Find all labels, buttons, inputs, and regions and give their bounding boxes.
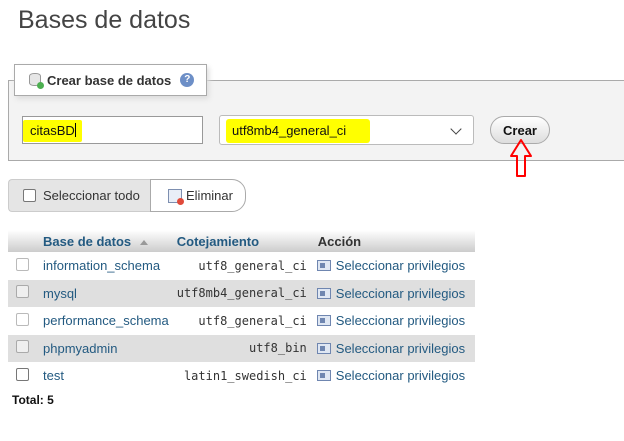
database-name-link[interactable]: information_schema [37,252,173,280]
header-collation[interactable]: Cotejamiento [172,230,313,252]
collation-cell: utf8_bin [172,334,313,362]
row-checkbox [16,285,29,299]
collation-cell: utf8_general_ci [172,307,313,335]
table-row: mysql utf8mb4_general_ci Seleccionar pri… [8,279,475,307]
header-database-name[interactable]: Base de datos [37,230,173,252]
create-database-legend: Crear base de datos ? [14,64,208,96]
privileges-icon [316,315,331,327]
table-header-row: Base de datos Cotejamiento Acción [8,230,475,252]
collation-cell: utf8mb4_general_ci [172,279,313,307]
select-all-label: Seleccionar todo [43,188,140,203]
collation-select[interactable]: utf8mb4_general_ci [219,115,474,145]
header-action: Acción [312,230,475,252]
privileges-icon [316,260,331,272]
database-name-link[interactable]: mysql [37,279,173,307]
row-checkbox [16,312,29,326]
row-checkbox [16,340,29,354]
total-count: Total: 5 [12,393,54,407]
privileges-icon [316,287,331,299]
select-privileges-link[interactable]: Seleccionar privilegios [312,252,475,280]
database-name-link[interactable]: test [37,362,173,390]
table-row: test latin1_swedish_ci Seleccionar privi… [8,362,475,390]
collation-selected-value: utf8mb4_general_ci [226,119,371,143]
select-privileges-link[interactable]: Seleccionar privilegios [312,362,475,390]
database-name-value: citasBD [30,123,75,138]
table-row: performance_schema utf8_general_ci Selec… [8,307,475,335]
privileges-icon [316,370,331,382]
database-add-icon [29,73,44,89]
delete-label: Eliminar [186,188,233,203]
select-all-checkbox[interactable] [23,189,36,202]
select-privileges-link[interactable]: Seleccionar privilegios [312,334,475,362]
header-checkbox-cell [8,230,37,252]
privileges-icon [316,342,331,354]
arrow-up-annotation-icon [510,139,532,177]
page-title: Bases de datos [18,6,191,34]
table-row: phpmyadmin utf8_bin Seleccionar privileg… [8,334,475,362]
row-checkbox [16,257,29,271]
select-privileges-link[interactable]: Seleccionar privilegios [312,307,475,335]
select-privileges-link[interactable]: Seleccionar privilegios [312,279,475,307]
table-row: information_schema utf8_general_ci Selec… [8,252,475,280]
help-icon[interactable]: ? [180,73,195,87]
sort-ascending-icon[interactable] [140,239,149,245]
chevron-down-icon [450,123,462,135]
delete-icon [168,188,184,205]
row-checkbox[interactable] [16,367,29,381]
database-name-link[interactable]: phpmyadmin [37,334,173,362]
databases-table: Base de datos Cotejamiento Acción inform… [8,230,475,390]
database-name-input[interactable]: citasBD [22,116,203,144]
delete-button[interactable]: Eliminar [150,179,246,212]
select-all-control[interactable]: Seleccionar todo [8,179,152,212]
create-database-title: Crear base de datos [47,72,172,88]
database-name-link[interactable]: performance_schema [37,307,173,335]
collation-cell: latin1_swedish_ci [172,362,313,390]
collation-cell: utf8_general_ci [172,252,313,280]
